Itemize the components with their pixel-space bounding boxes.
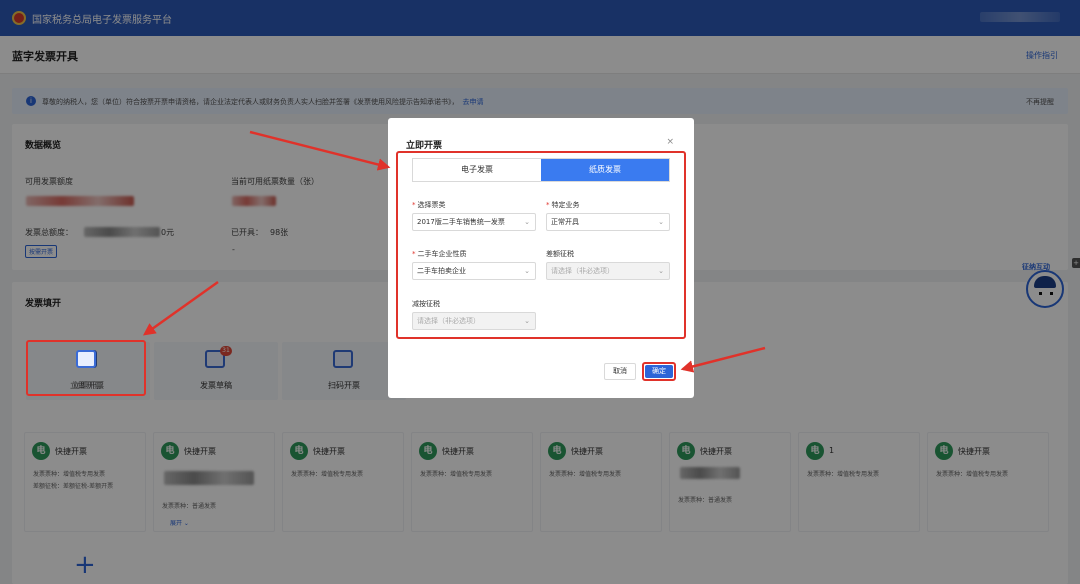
arrow-to-form <box>249 130 391 171</box>
annotation-arrows <box>142 130 766 373</box>
arrow-to-issue-tile <box>142 280 219 336</box>
arrow-to-confirm <box>680 346 766 373</box>
